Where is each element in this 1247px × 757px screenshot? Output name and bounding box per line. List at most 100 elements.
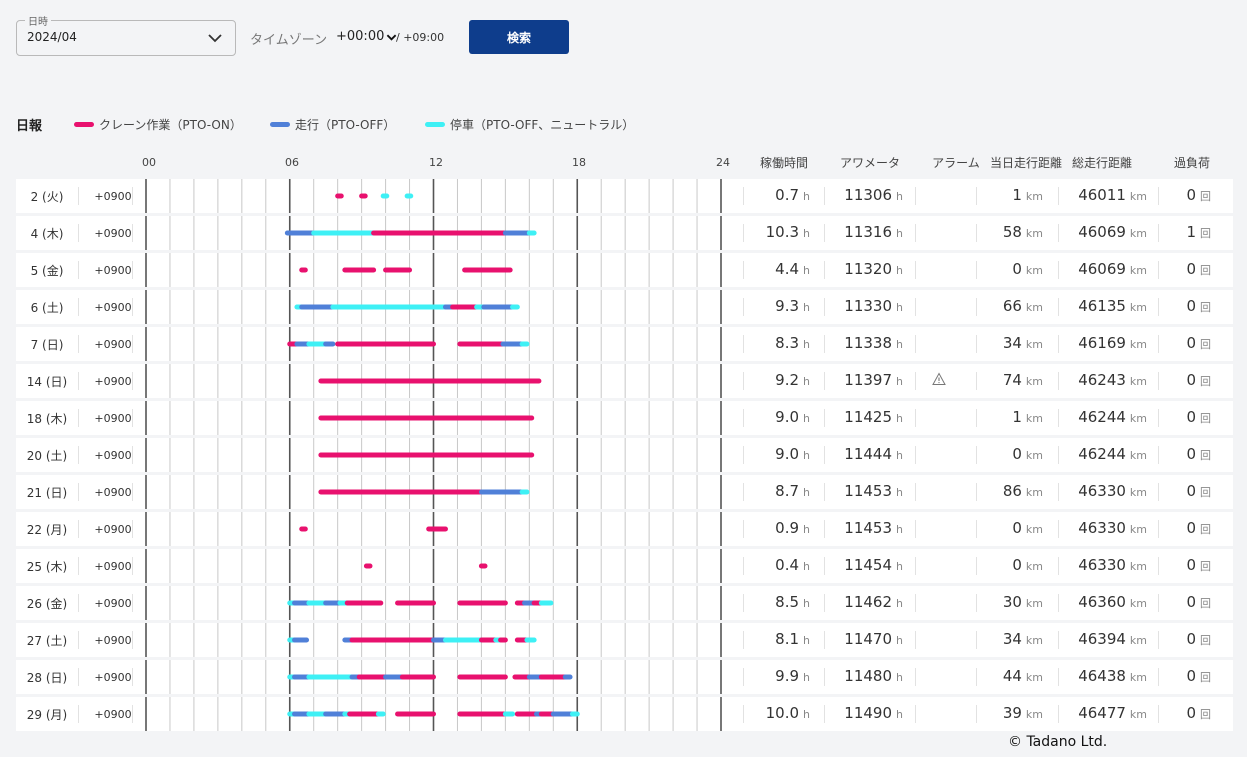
divider [1058,668,1059,686]
value: 34 [1002,630,1022,648]
divider [1058,446,1059,464]
search-button[interactable]: 検索 [469,20,569,54]
value: 8.3 [775,334,800,352]
value: 0 [1186,260,1196,278]
divider [1158,631,1159,649]
row-hourmeter: 11425 h [828,408,903,426]
divider [743,483,744,501]
row-overload: 0回 [1162,260,1211,278]
row-hourmeter: 11453 h [828,519,903,537]
unit: h [803,671,810,684]
value: 44 [1002,667,1022,685]
header-total-distance: 総走行距離 [1071,156,1132,170]
unit: 回 [1200,597,1211,610]
divider [1058,520,1059,538]
row-date: 4 (木) [30,227,64,241]
row-overload: 0回 [1162,556,1211,574]
value: 46244 [1078,445,1126,463]
header-operating-time: 稼働時間 [759,156,808,170]
unit: km [1025,190,1043,203]
unit: km [1129,486,1147,499]
unit: h [896,597,903,610]
divider [132,705,133,723]
value: 0.9 [775,519,800,537]
unit: h [803,560,810,573]
divider [132,668,133,686]
divider [743,705,744,723]
timeline-chart [145,290,722,324]
timeline-chart [145,216,722,250]
timezone-select[interactable]: +00:00 [336,29,397,44]
divider [976,372,977,390]
chevron-down-icon[interactable] [207,30,223,46]
legend-label: 走行（PTO-OFF） [295,118,396,132]
row-total-distance: 46438 km [1062,667,1147,685]
row-daily-distance: 1 km [982,408,1043,426]
divider [976,335,977,353]
divider [1158,705,1159,723]
hour-label-18: 18 [572,156,586,169]
value: 0 [1186,186,1196,204]
divider [824,446,825,464]
row-hourmeter: 11470 h [828,630,903,648]
divider [132,409,133,427]
warning-icon[interactable] [932,372,946,386]
timeline-chart [145,697,722,731]
value: 4.4 [775,260,800,278]
timeline-chart [145,364,722,398]
hour-label-06: 06 [285,156,299,169]
timeline-chart [145,549,722,583]
divider [743,261,744,279]
date-select[interactable]: 日時 2024/04 [16,13,236,56]
divider [915,483,916,501]
divider [1058,298,1059,316]
unit: h [803,227,810,240]
divider [1058,483,1059,501]
value: 46011 [1078,186,1126,204]
divider [1158,483,1159,501]
unit: h [803,412,810,425]
divider [1058,409,1059,427]
value: 0.7 [775,186,800,204]
value: 9.3 [775,297,800,315]
table-row: 20 (土) +0900 9.0 h 11444 h 0 km 46244 km 0 回 [16,438,1233,472]
unit: 回 [1200,338,1211,351]
row-daily-distance: 0 km [982,519,1043,537]
row-total-distance: 46477 km [1062,704,1147,722]
row-overload: 0回 [1162,334,1211,352]
divider [915,446,916,464]
divider [915,187,916,205]
row-daily-distance: 34 km [982,334,1043,352]
unit: km [1129,671,1147,684]
divider [824,261,825,279]
divider [824,335,825,353]
unit: h [803,708,810,721]
value: 11470 [844,630,893,648]
row-timezone: +0900 [94,227,132,240]
unit: km [1025,449,1043,462]
divider [976,557,977,575]
row-hourmeter: 11444 h [828,445,903,463]
legend-driving: 走行（PTO-OFF） [270,116,395,133]
row-overload: 0回 [1162,519,1211,537]
table-row: 22 (月) +0900 0.9 h 11453 h 0 km 46330 km 0 回 [16,512,1233,546]
row-overload: 1回 [1162,223,1211,241]
value: 46330 [1078,519,1126,537]
row-date: 27 (土) [26,634,68,648]
unit: 回 [1200,523,1211,536]
unit: km [1129,338,1147,351]
divider [132,335,133,353]
legend-label: 停車（PTO-OFF、ニュートラル） [450,118,635,132]
divider [976,520,977,538]
unit: 回 [1200,412,1211,425]
divider [132,631,133,649]
row-timezone: +0900 [94,190,132,203]
divider [743,224,744,242]
legend-crane-work: クレーン作業（PTO-ON） [74,116,242,133]
legend-swatch [74,122,94,127]
divider [78,446,79,464]
row-overload: 0回 [1162,445,1211,463]
row-date: 6 (土) [30,301,64,315]
value: 74 [1002,371,1022,389]
unit: km [1025,708,1043,721]
